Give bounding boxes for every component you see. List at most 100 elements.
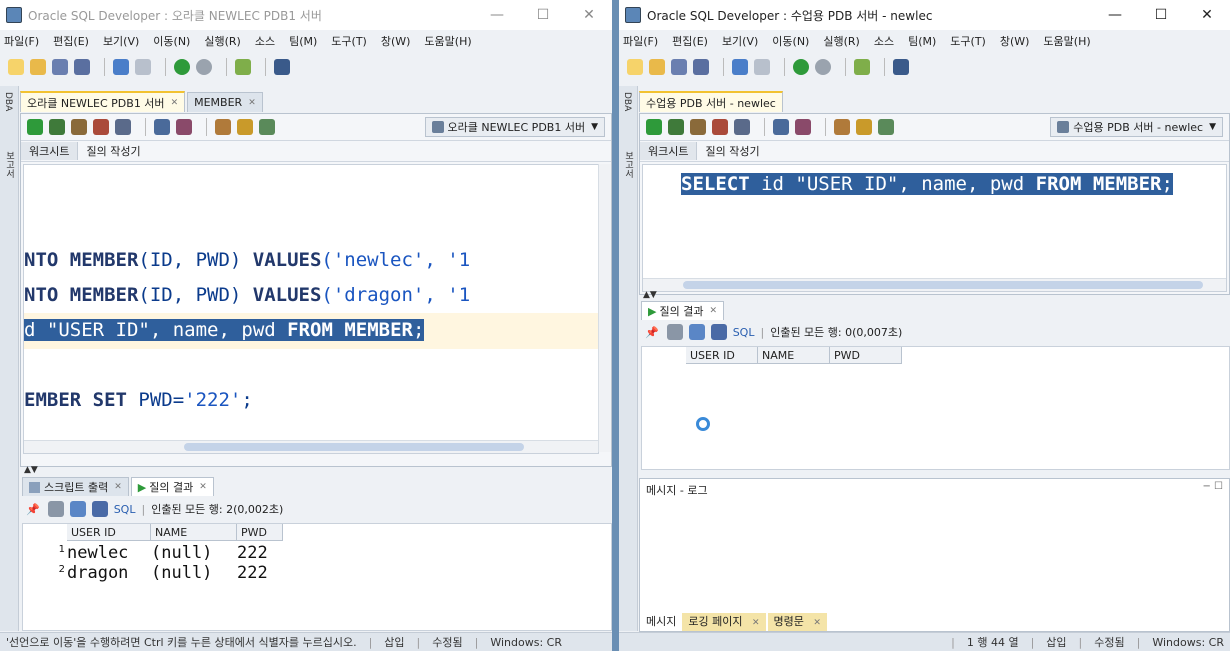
close-icon[interactable]: ✕ bbox=[813, 618, 821, 628]
menu-team[interactable]: 팀(M) bbox=[908, 33, 936, 49]
close-icon[interactable]: ✕ bbox=[114, 482, 122, 492]
binoculars-icon[interactable] bbox=[274, 59, 290, 75]
menu-team[interactable]: 팀(M) bbox=[289, 33, 317, 49]
tab-query-result[interactable]: ▶ 질의 결과 ✕ bbox=[130, 477, 214, 496]
reports-label[interactable]: 보고서 bbox=[622, 151, 635, 178]
cell-user-id[interactable]: newlec bbox=[67, 543, 151, 563]
eraser-icon[interactable] bbox=[856, 119, 872, 135]
new-icon[interactable] bbox=[627, 59, 643, 75]
autotrace-icon[interactable] bbox=[154, 119, 170, 135]
close-icon[interactable]: ✕ bbox=[752, 618, 760, 628]
undo-icon[interactable] bbox=[732, 59, 748, 75]
pin-icon[interactable]: 📌 bbox=[26, 503, 40, 516]
menu-view[interactable]: 보기(V) bbox=[103, 33, 139, 49]
explain-plan-icon[interactable] bbox=[115, 119, 131, 135]
sql-link[interactable]: SQL bbox=[114, 503, 136, 516]
panel-controls[interactable]: − ☐ bbox=[1202, 481, 1223, 492]
migration-icon[interactable] bbox=[854, 59, 870, 75]
menu-tools[interactable]: 도구(T) bbox=[331, 33, 367, 49]
cell-pwd[interactable]: 222 bbox=[237, 563, 283, 583]
save-icon[interactable] bbox=[52, 59, 68, 75]
tab-member[interactable]: MEMBER ✕ bbox=[187, 92, 263, 112]
dba-label[interactable]: DBA bbox=[3, 92, 13, 111]
menu-navigate[interactable]: 이동(N) bbox=[772, 33, 809, 49]
forward-icon[interactable] bbox=[815, 59, 831, 75]
export-icon[interactable] bbox=[710, 324, 727, 340]
dba-label[interactable]: DBA bbox=[622, 92, 632, 111]
reports-label[interactable]: 보고서 bbox=[3, 151, 16, 178]
menu-file[interactable]: 파일(F) bbox=[623, 33, 658, 49]
menu-edit[interactable]: 편집(E) bbox=[672, 33, 708, 49]
tab-worksheet[interactable]: 워크시트 bbox=[21, 142, 79, 160]
close-button[interactable]: ✕ bbox=[566, 0, 612, 30]
tab-messages[interactable]: 메시지 bbox=[640, 613, 683, 631]
open-icon[interactable] bbox=[30, 59, 46, 75]
sql-editor[interactable]: NTO MEMBER(ID, PWD) VALUES('newlec', '1 … bbox=[23, 164, 599, 454]
tab-query-builder[interactable]: 질의 작성기 bbox=[78, 142, 148, 160]
print-icon[interactable] bbox=[47, 501, 64, 517]
save-icon[interactable] bbox=[671, 59, 687, 75]
commit-icon[interactable] bbox=[71, 119, 87, 135]
back-icon[interactable] bbox=[793, 59, 809, 75]
horizontal-scrollbar[interactable] bbox=[643, 278, 1226, 291]
binoculars-icon[interactable] bbox=[893, 59, 909, 75]
menu-source[interactable]: 소스 bbox=[874, 33, 894, 49]
column-header-name[interactable]: NAME bbox=[151, 524, 237, 541]
close-icon[interactable]: ✕ bbox=[248, 98, 256, 108]
menu-window[interactable]: 창(W) bbox=[1000, 33, 1030, 49]
run-statement-icon[interactable] bbox=[646, 119, 662, 135]
cell-user-id[interactable]: dragon bbox=[67, 563, 151, 583]
horizontal-scrollbar[interactable] bbox=[24, 440, 598, 453]
scroll-thumb[interactable] bbox=[184, 443, 524, 451]
close-icon[interactable]: ✕ bbox=[199, 482, 207, 492]
forward-icon[interactable] bbox=[196, 59, 212, 75]
rollback-icon[interactable] bbox=[93, 119, 109, 135]
close-icon[interactable]: ✕ bbox=[709, 306, 717, 316]
new-icon[interactable] bbox=[8, 59, 24, 75]
minimize-button[interactable]: — bbox=[474, 0, 520, 30]
connection-selector[interactable]: 오라클 NEWLEC PDB1 서버 ▼ bbox=[424, 117, 605, 137]
menu-help[interactable]: 도움말(H) bbox=[424, 33, 471, 49]
scroll-thumb[interactable] bbox=[683, 281, 1203, 289]
open-icon[interactable] bbox=[649, 59, 665, 75]
menu-file[interactable]: 파일(F) bbox=[4, 33, 39, 49]
tab-worksheet-connection[interactable]: 오라클 NEWLEC PDB1 서버 ✕ bbox=[20, 91, 186, 112]
clear-icon[interactable] bbox=[795, 119, 811, 135]
migration-icon[interactable] bbox=[235, 59, 251, 75]
print-icon[interactable] bbox=[666, 324, 683, 340]
vertical-scrollbar[interactable] bbox=[598, 164, 611, 452]
export-icon[interactable] bbox=[91, 501, 108, 517]
cell-name[interactable]: (null) bbox=[151, 563, 237, 583]
sql-link[interactable]: SQL bbox=[733, 326, 755, 339]
sql-tuning-icon[interactable] bbox=[215, 119, 231, 135]
menu-tools[interactable]: 도구(T) bbox=[950, 33, 986, 49]
format-icon[interactable] bbox=[878, 119, 894, 135]
explain-plan-icon[interactable] bbox=[734, 119, 750, 135]
run-script-icon[interactable] bbox=[668, 119, 684, 135]
eraser-icon[interactable] bbox=[237, 119, 253, 135]
menu-help[interactable]: 도움말(H) bbox=[1043, 33, 1090, 49]
maximize-button[interactable]: ☐ bbox=[520, 0, 566, 30]
menu-edit[interactable]: 편집(E) bbox=[53, 33, 89, 49]
sql-tuning-icon[interactable] bbox=[834, 119, 850, 135]
table-row[interactable]: 1 newlec (null) 222 bbox=[23, 543, 283, 563]
splitter-arrows[interactable]: ▲▼ bbox=[643, 290, 657, 300]
column-header-user-id[interactable]: USER ID bbox=[67, 524, 151, 541]
refresh-icon[interactable] bbox=[688, 324, 705, 340]
minimize-button[interactable]: — bbox=[1092, 0, 1138, 30]
tab-worksheet[interactable]: 워크시트 bbox=[640, 142, 698, 160]
tab-script-output[interactable]: 스크립트 출력 ✕ bbox=[22, 477, 129, 496]
format-icon[interactable] bbox=[259, 119, 275, 135]
undo-icon[interactable] bbox=[113, 59, 129, 75]
tab-query-builder[interactable]: 질의 작성기 bbox=[697, 142, 767, 160]
column-header-pwd[interactable]: PWD bbox=[237, 524, 283, 541]
save-all-icon[interactable] bbox=[74, 59, 90, 75]
commit-icon[interactable] bbox=[690, 119, 706, 135]
run-script-icon[interactable] bbox=[49, 119, 65, 135]
maximize-button[interactable]: ☐ bbox=[1138, 0, 1184, 30]
autotrace-icon[interactable] bbox=[773, 119, 789, 135]
clear-icon[interactable] bbox=[176, 119, 192, 135]
run-statement-icon[interactable] bbox=[27, 119, 43, 135]
cell-pwd[interactable]: 222 bbox=[237, 543, 283, 563]
redo-icon[interactable] bbox=[135, 59, 151, 75]
